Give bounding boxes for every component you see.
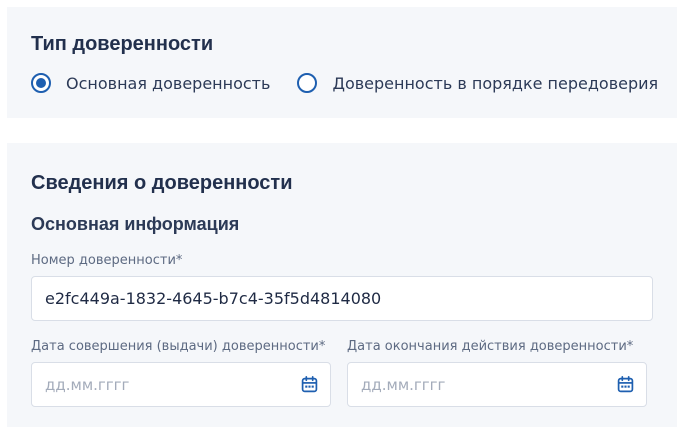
radio-unchecked-icon[interactable] [297, 73, 318, 93]
issue-date-label: Дата совершения (выдачи) доверенности* [31, 339, 326, 354]
calendar-icon[interactable] [301, 376, 318, 393]
radio-main-poa-label: Основная доверенность [66, 73, 271, 93]
poa-type-title: Тип доверенности [31, 33, 214, 55]
radio-substitution-poa[interactable]: Доверенность в порядке передоверия [297, 73, 658, 93]
poa-info-title: Сведения о доверенности [31, 172, 293, 194]
end-date-placeholder: дд.мм.гггг [361, 375, 446, 394]
poa-number-label: Номер доверенности* [31, 253, 183, 268]
radio-checked-icon[interactable] [31, 73, 51, 93]
radio-substitution-poa-label: Доверенность в порядке передоверия [332, 73, 659, 93]
poa-info-subtitle: Основная информация [31, 214, 240, 234]
calendar-icon[interactable] [617, 376, 634, 393]
radio-main-poa[interactable]: Основная доверенность [31, 73, 270, 93]
poa-type-radio-group: Основная доверенность Доверенность в пор… [31, 73, 685, 93]
poa-number-input[interactable]: e2fc449a-1832-4645-b7c4-35f5d4814080 [31, 276, 653, 321]
poa-info-card: Сведения о доверенности Основная информа… [7, 143, 677, 427]
end-date-input[interactable]: дд.мм.гггг [347, 362, 647, 407]
end-date-label: Дата окончания действия доверенности* [347, 339, 634, 354]
poa-number-value: e2fc449a-1832-4645-b7c4-35f5d4814080 [45, 289, 382, 308]
poa-type-card: Тип доверенности Основная доверенность Д… [7, 7, 677, 118]
issue-date-input[interactable]: дд.мм.гггг [31, 362, 331, 407]
issue-date-placeholder: дд.мм.гггг [45, 375, 130, 394]
